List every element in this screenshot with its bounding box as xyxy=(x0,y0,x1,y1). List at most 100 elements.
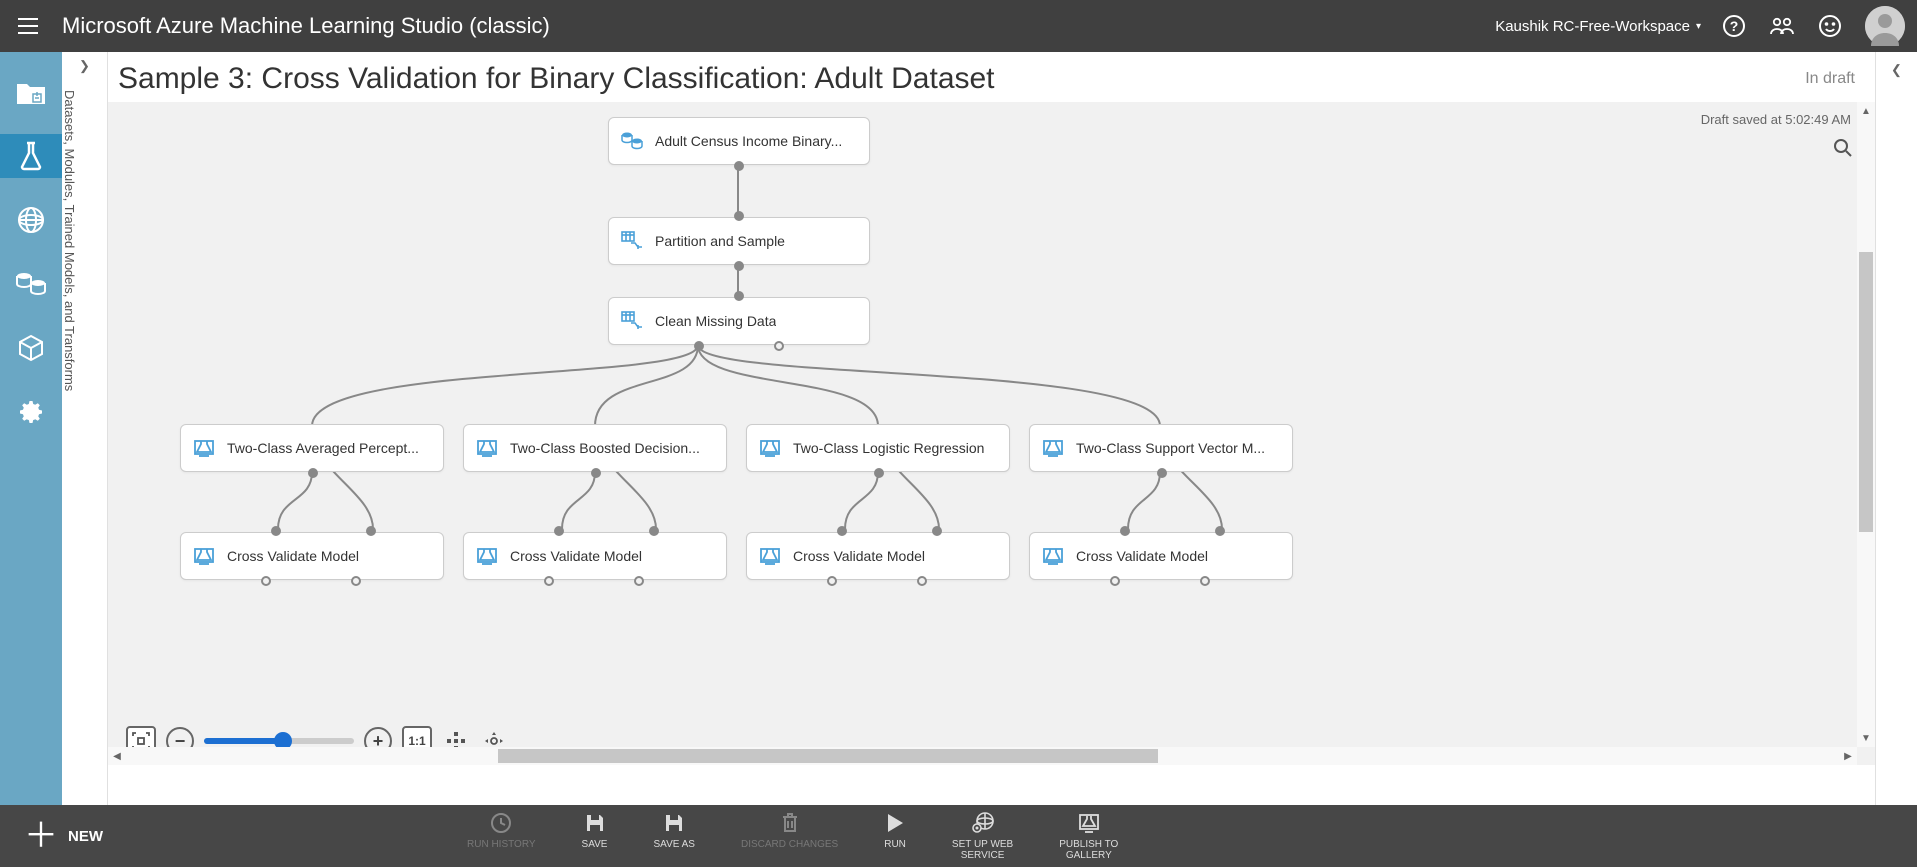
hamburger-menu[interactable] xyxy=(12,10,44,42)
properties-panel-collapsed: ❮ xyxy=(1875,52,1917,805)
algorithm-icon xyxy=(1042,437,1064,459)
save-button[interactable]: SAVE xyxy=(582,811,608,861)
algorithm-icon xyxy=(193,437,215,459)
people-icon[interactable] xyxy=(1769,13,1795,39)
scroll-left-icon[interactable]: ◀ xyxy=(108,747,126,765)
smiley-icon[interactable] xyxy=(1817,13,1843,39)
output-port[interactable] xyxy=(694,341,704,351)
output-port[interactable] xyxy=(591,468,601,478)
nav-settings-icon[interactable] xyxy=(9,390,53,434)
avatar[interactable] xyxy=(1865,6,1905,46)
nav-datasets-icon[interactable] xyxy=(9,262,53,306)
input-port[interactable] xyxy=(734,211,744,221)
nav-experiments-icon[interactable] xyxy=(0,134,62,178)
draft-status: In draft xyxy=(1805,70,1855,88)
node-label: Cross Validate Model xyxy=(1076,548,1208,564)
node-label: Partition and Sample xyxy=(655,233,785,249)
left-nav-rail xyxy=(0,52,62,867)
node-dataset[interactable]: Adult Census Income Binary... xyxy=(608,117,870,165)
nav-web-services-icon[interactable] xyxy=(9,198,53,242)
globe-gear-icon xyxy=(971,811,995,835)
discard-button[interactable]: DISCARD CHANGES xyxy=(741,811,838,861)
algorithm-icon xyxy=(476,545,498,567)
publish-gallery-button[interactable]: PUBLISH TO GALLERY xyxy=(1059,811,1118,861)
new-label: NEW xyxy=(68,828,103,845)
output-port[interactable] xyxy=(634,576,644,586)
input-port[interactable] xyxy=(271,526,281,536)
web-service-button[interactable]: SET UP WEB SERVICE xyxy=(952,811,1013,861)
palette-expand-icon[interactable]: ❯ xyxy=(62,52,107,80)
node-label: Two-Class Averaged Percept... xyxy=(227,440,419,456)
node-label: Cross Validate Model xyxy=(793,548,925,564)
node-cv-1[interactable]: Cross Validate Model xyxy=(180,532,444,580)
output-port[interactable] xyxy=(544,576,554,586)
plus-icon: ＋ xyxy=(24,819,58,853)
output-port[interactable] xyxy=(308,468,318,478)
nav-projects-icon[interactable] xyxy=(9,70,53,114)
input-port[interactable] xyxy=(932,526,942,536)
input-port[interactable] xyxy=(554,526,564,536)
new-button[interactable]: ＋ NEW xyxy=(0,819,127,853)
node-alg-perceptron[interactable]: Two-Class Averaged Percept... xyxy=(180,424,444,472)
node-partition[interactable]: Partition and Sample xyxy=(608,217,870,265)
input-port[interactable] xyxy=(649,526,659,536)
run-button[interactable]: RUN xyxy=(884,811,906,861)
save-as-icon xyxy=(664,811,684,835)
dataset-icon xyxy=(621,130,643,152)
output-port[interactable] xyxy=(1200,576,1210,586)
run-history-button[interactable]: RUN HISTORY xyxy=(467,811,536,861)
node-alg-boosted[interactable]: Two-Class Boosted Decision... xyxy=(463,424,727,472)
output-port[interactable] xyxy=(734,161,744,171)
node-clean[interactable]: Clean Missing Data xyxy=(608,297,870,345)
node-label: Cross Validate Model xyxy=(227,548,359,564)
workspace-selector[interactable]: Kaushik RC-Free-Workspace xyxy=(1495,18,1701,35)
scroll-down-icon[interactable]: ▼ xyxy=(1857,729,1875,747)
input-port[interactable] xyxy=(837,526,847,536)
node-cv-2[interactable]: Cross Validate Model xyxy=(463,532,727,580)
zoom-slider[interactable] xyxy=(204,738,354,744)
horizontal-scrollbar[interactable]: ◀ ▶ xyxy=(108,747,1857,765)
node-label: Adult Census Income Binary... xyxy=(655,133,842,149)
svg-text:?: ? xyxy=(1730,18,1739,34)
input-port[interactable] xyxy=(734,291,744,301)
properties-expand-icon[interactable]: ❮ xyxy=(1891,62,1902,805)
input-port[interactable] xyxy=(1120,526,1130,536)
output-port[interactable] xyxy=(351,576,361,586)
canvas-container: Sample 3: Cross Validation for Binary Cl… xyxy=(108,52,1875,805)
node-alg-svm[interactable]: Two-Class Support Vector M... xyxy=(1029,424,1293,472)
scroll-up-icon[interactable]: ▲ xyxy=(1857,102,1875,120)
node-alg-logistic[interactable]: Two-Class Logistic Regression xyxy=(746,424,1010,472)
bottom-bar: ＋ NEW RUN HISTORY SAVE SAVE AS DISCARD C… xyxy=(0,805,1917,867)
trash-icon xyxy=(781,811,799,835)
node-label: Clean Missing Data xyxy=(655,313,776,329)
save-as-button[interactable]: SAVE AS xyxy=(653,811,695,861)
output-port[interactable] xyxy=(1110,576,1120,586)
scroll-thumb[interactable] xyxy=(498,749,1158,763)
vertical-scrollbar[interactable]: ▲ ▼ xyxy=(1857,102,1875,747)
palette-panel: ❯ Datasets, Modules, Trained Models, and… xyxy=(62,52,108,867)
output-port[interactable] xyxy=(774,341,784,351)
experiment-title[interactable]: Sample 3: Cross Validation for Binary Cl… xyxy=(118,62,995,96)
palette-label: Datasets, Modules, Trained Models, and T… xyxy=(62,80,77,520)
output-port[interactable] xyxy=(1157,468,1167,478)
play-icon xyxy=(886,811,904,835)
output-port[interactable] xyxy=(734,261,744,271)
search-icon[interactable] xyxy=(1833,138,1853,163)
input-port[interactable] xyxy=(1215,526,1225,536)
save-icon xyxy=(585,811,605,835)
module-icon xyxy=(621,310,643,332)
scroll-right-icon[interactable]: ▶ xyxy=(1839,747,1857,765)
canvas[interactable]: Draft saved at 5:02:49 AM Adult Census I… xyxy=(108,102,1875,765)
node-cv-4[interactable]: Cross Validate Model xyxy=(1029,532,1293,580)
node-cv-3[interactable]: Cross Validate Model xyxy=(746,532,1010,580)
scroll-thumb[interactable] xyxy=(1859,252,1873,532)
output-port[interactable] xyxy=(261,576,271,586)
gallery-icon xyxy=(1078,811,1100,835)
output-port[interactable] xyxy=(917,576,927,586)
output-port[interactable] xyxy=(874,468,884,478)
output-port[interactable] xyxy=(827,576,837,586)
algorithm-icon xyxy=(476,437,498,459)
help-icon[interactable]: ? xyxy=(1721,13,1747,39)
nav-models-icon[interactable] xyxy=(9,326,53,370)
input-port[interactable] xyxy=(366,526,376,536)
